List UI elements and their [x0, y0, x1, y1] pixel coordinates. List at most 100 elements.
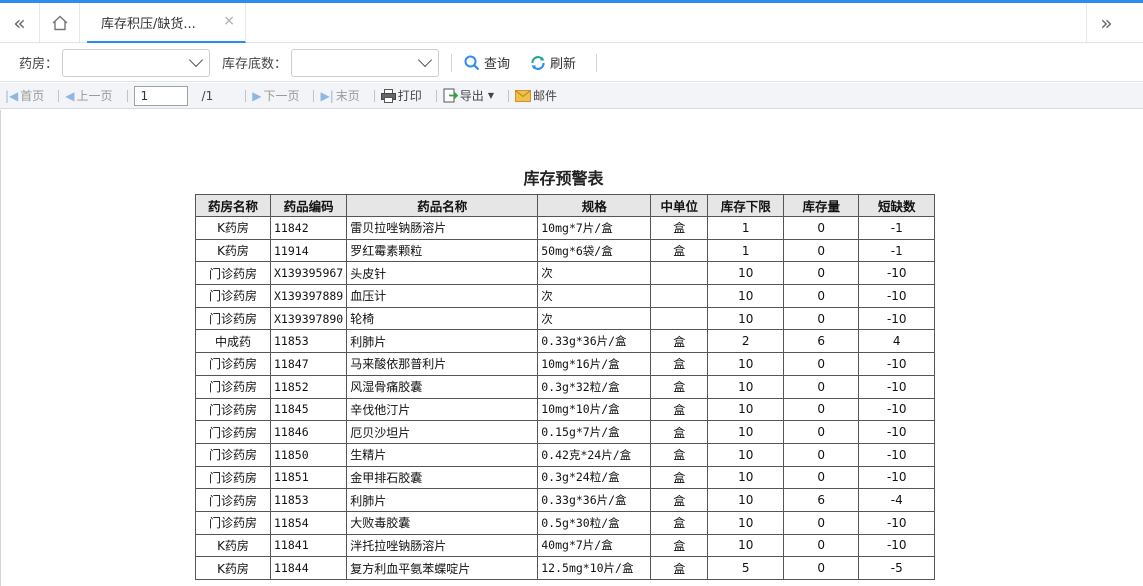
table-cell: 11844 [269, 556, 348, 580]
table-cell: 10 [707, 533, 785, 558]
table-cell: -10 [858, 306, 936, 331]
table-cell: K药房 [195, 533, 271, 558]
table-cell: 10 [707, 306, 785, 331]
table-cell: 风湿骨痛胶囊 [346, 374, 539, 399]
column-header: 药品编码 [269, 194, 348, 217]
last-page-icon: ▶| [320, 88, 334, 103]
table-cell: 门诊药房 [195, 374, 271, 399]
pharmacy-label: 药房： [19, 57, 59, 72]
table-cell [650, 261, 709, 286]
next-page-button[interactable]: ▶ 下一页 [252, 87, 299, 104]
table-row: K药房 11841 泮托拉唑钠肠溶片 40mg*7片/盒盒 10 0 -10 [195, 533, 936, 558]
table-cell: 0 [783, 284, 860, 308]
table-cell: 门诊药房 [195, 284, 271, 308]
table-cell: 门诊药房 [195, 488, 271, 512]
table-cell: 门诊药房 [195, 306, 271, 331]
table-cell: 10 [707, 420, 785, 444]
close-icon[interactable]: × [223, 13, 235, 29]
scroll-tabs-right-button[interactable]: » [1086, 3, 1126, 42]
next-page-label: 下一页 [263, 89, 300, 103]
table-cell: 盒 [650, 238, 709, 263]
table-cell: -10 [858, 442, 936, 467]
total-pages: /1 [201, 88, 214, 103]
table-cell: 利肺片 [346, 329, 539, 354]
table-cell: 大败毒胶囊 [346, 510, 539, 535]
refresh-button[interactable]: 刷新 [530, 53, 576, 72]
first-page-button[interactable]: |◀ 首页 [5, 87, 44, 104]
table-cell: 0.5g*30粒/盒 [537, 510, 652, 535]
report-pager: |◀ 首页 ◀ 上一页 /1 ▶ 下一页 ▶| 末页 打印 导出 ▼ [0, 83, 1143, 109]
table-cell: 6 [783, 488, 860, 512]
table-cell: 门诊药房 [195, 397, 271, 422]
table-cell: 10 [707, 284, 785, 308]
page-number-input[interactable] [133, 85, 188, 106]
table-cell: 盒 [650, 329, 709, 354]
filter-toolbar: 药房： 库存底数： 查询 刷新 [0, 44, 1143, 82]
table-cell: 门诊药房 [195, 352, 271, 376]
table-cell: 11842 [269, 216, 348, 240]
table-row: 门诊药房 11851 金甲排石胶囊 0.3g*24粒/盒盒 10 0 -10 [195, 465, 936, 490]
table-cell: 1 [707, 216, 785, 240]
table-cell: -10 [858, 397, 936, 422]
toolbar-divider [596, 53, 598, 72]
next-page-icon: ▶ [252, 88, 262, 103]
last-page-button[interactable]: ▶| 末页 [320, 87, 359, 104]
table-cell: 次 [537, 284, 652, 308]
table-row: 中成药 11853 利肺片 0.33g*36片/盒盒 2 6 4 [195, 329, 936, 354]
table-cell: 盒 [650, 556, 709, 580]
table-cell: 5 [707, 556, 785, 580]
chevron-down-icon [188, 52, 204, 67]
prev-page-label: 上一页 [76, 89, 113, 103]
table-cell: 0 [783, 306, 860, 331]
pager-divider [58, 89, 60, 102]
table-cell: 2 [707, 329, 785, 354]
table-cell: -10 [858, 533, 936, 558]
table-cell: 0.3g*24粒/盒 [537, 465, 652, 490]
table-cell: -5 [858, 556, 936, 580]
tab-stock-warning[interactable]: 库存积压/缺货... × [87, 3, 246, 43]
table-cell: 厄贝沙坦片 [346, 420, 539, 444]
print-button[interactable]: 打印 [380, 87, 422, 104]
table-cell: -10 [858, 284, 936, 308]
table-cell: 0 [783, 216, 860, 240]
table-cell: 次 [537, 306, 652, 331]
toolbar-divider [451, 53, 453, 72]
home-tab-button[interactable] [40, 3, 80, 42]
table-cell: -10 [858, 510, 936, 535]
export-label: 导出 [459, 89, 484, 103]
table-row: 门诊药房 11845 辛伐他汀片 10mg*10片/盒盒 10 0 -10 [195, 397, 936, 422]
chevron-down-icon [417, 52, 433, 67]
table-cell: 10 [707, 465, 785, 490]
table-cell [650, 284, 709, 308]
tab-bar: « 库存积压/缺货... × » [0, 3, 1143, 43]
last-page-label: 末页 [335, 89, 360, 103]
table-cell: 泮托拉唑钠肠溶片 [346, 533, 539, 558]
table-cell: 10mg*10片/盒 [537, 397, 652, 422]
prev-page-button[interactable]: ◀ 上一页 [65, 87, 112, 104]
table-cell: 12.5mg*10片/盒 [537, 556, 652, 580]
query-button[interactable]: 查询 [464, 53, 510, 72]
column-header: 药品名称 [346, 194, 539, 217]
first-page-icon: |◀ [5, 88, 19, 103]
table-cell: 复方利血平氨苯蝶啶片 [346, 556, 539, 580]
pharmacy-select[interactable] [62, 48, 211, 77]
table-cell: 0 [783, 261, 860, 286]
table-cell: 50mg*6袋/盒 [537, 238, 652, 263]
table-cell: 10 [707, 510, 785, 535]
table-cell: -10 [858, 420, 936, 444]
export-button[interactable]: 导出 ▼ [443, 87, 494, 104]
table-row: 门诊药房 11853 利肺片 0.33g*36片/盒盒 10 6 -4 [195, 488, 936, 512]
stock-base-select[interactable] [291, 48, 440, 77]
double-chevron-right-icon: » [1100, 10, 1113, 35]
table-cell: X139397890 [269, 306, 348, 331]
table-cell: 0 [783, 442, 860, 467]
scroll-tabs-left-button[interactable]: « [0, 3, 40, 42]
stock-warning-table: 药房名称 药品编码 药品名称 规格 中单位 库存下限 库存量 短缺数 K药房 11… [195, 194, 936, 580]
mail-button[interactable]: 邮件 [514, 87, 557, 104]
table-cell: 门诊药房 [195, 510, 271, 535]
table-cell: K药房 [195, 216, 271, 240]
table-cell: 0.15g*7片/盒 [537, 420, 652, 444]
pager-divider [373, 89, 375, 102]
table-cell: 罗红霉素颗粒 [346, 238, 539, 263]
table-cell: 11851 [269, 465, 348, 490]
